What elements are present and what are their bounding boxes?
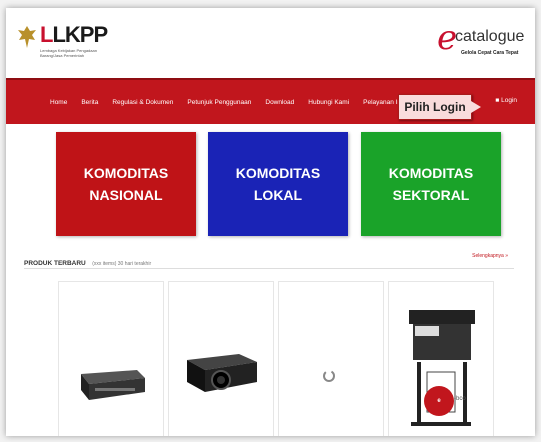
garuda-icon [18,26,36,48]
login-link[interactable]: ■ Login [495,97,517,104]
login-label: Login [501,97,517,104]
nav-item-regulasi[interactable]: Regulasi & Dokumen [112,99,173,106]
brand-name: catalogue [455,28,525,45]
product-card-projector[interactable] [168,281,274,436]
watermark-badge: e [424,386,454,416]
ecatalogue-brand[interactable]: e catalogue Gelola Cepat Cara Tepat [437,20,527,64]
projector-image [187,354,257,392]
nav-item-petunjuk[interactable]: Petunjuk Penggunaan [187,99,251,106]
logo-wordmark: LLKPP [40,22,108,47]
products-more-link[interactable]: Selengkapnya » [472,253,508,259]
nav-item-berita[interactable]: Berita [81,99,98,106]
brand-tagline: Gelola Cepat Cara Tepat [461,50,519,56]
product-card-loading[interactable] [278,281,384,436]
product-card-server[interactable] [58,281,164,436]
nav-item-home[interactable]: Home [50,99,67,106]
browser-page: LLKPP Lembaga Kebijakan Pengadaan Barang… [6,8,535,436]
tile-komoditas-nasional[interactable]: KOMODITAS NASIONAL [56,132,196,236]
products-header: PRODUK TERBARU (xxx items) 30 hari terak… [24,252,514,267]
annotation-callout: Pilih Login [398,94,481,120]
komoditas-tiles: KOMODITAS NASIONAL KOMODITAS LOKAL KOMOD… [56,132,516,240]
lkpp-logo[interactable]: LLKPP Lembaga Kebijakan Pengadaan Barang… [16,22,126,62]
products-title: PRODUK TERBARU [24,260,86,267]
product-list [58,281,528,436]
site-header: LLKPP Lembaga Kebijakan Pengadaan Barang… [6,8,535,78]
loading-spinner-icon [323,370,335,382]
tile-komoditas-lokal[interactable]: KOMODITAS LOKAL [208,132,348,236]
divider [24,268,514,269]
products-meta: (xxx items) 30 hari terakhir [92,261,152,267]
watermark-text: -bco [454,396,466,402]
nav-item-hubungi[interactable]: Hubungi Kami [308,99,349,106]
nav-item-download[interactable]: Download [265,99,294,106]
tile-komoditas-sektoral[interactable]: KOMODITAS SEKTORAL [361,132,501,236]
logo-subtitle: Lembaga Kebijakan Pengadaan Barang/Jasa … [40,48,97,58]
server-rack-image [81,370,145,400]
